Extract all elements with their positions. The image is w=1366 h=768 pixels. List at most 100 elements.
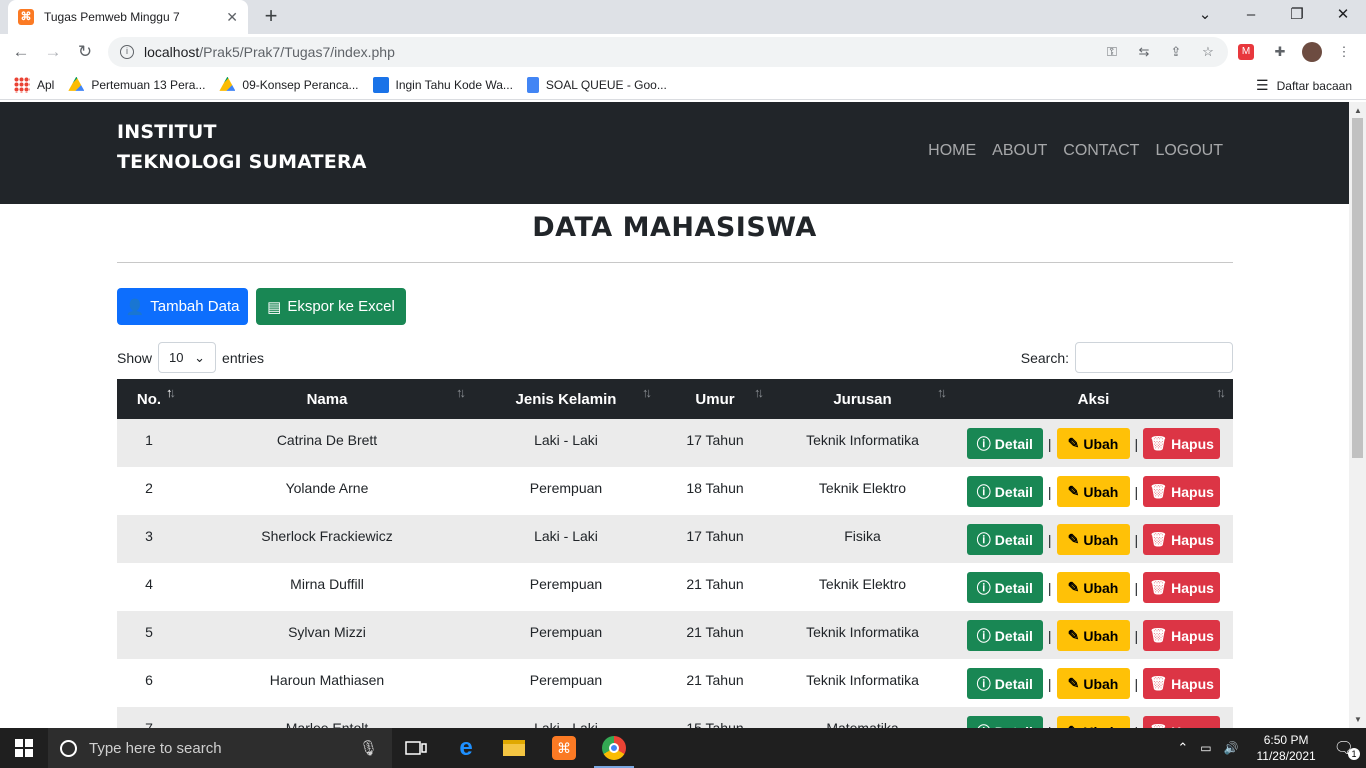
start-button[interactable]	[0, 728, 48, 768]
cell-nama: Mirna Duffill	[290, 576, 364, 592]
chevron-up-icon[interactable]: ⌃	[1177, 740, 1188, 756]
delete-button[interactable]: 🗑Hapus	[1143, 524, 1221, 555]
reading-list-icon: ☰	[1256, 77, 1269, 93]
nav-contact[interactable]: CONTACT	[1063, 142, 1139, 160]
browser-tab[interactable]: ⌘ Tugas Pemweb Minggu 7 ✕	[8, 0, 248, 34]
detail-button[interactable]: ⓘDetail	[966, 428, 1043, 459]
cell-jenis-kelamin: Laki - Laki	[534, 528, 598, 544]
reload-button[interactable]: ↻	[72, 39, 98, 65]
col-umur[interactable]: Umur ↑↓	[659, 379, 771, 419]
extensions-puzzle-icon[interactable]: ✚	[1270, 42, 1290, 62]
microphone-icon[interactable]: 🎙	[359, 739, 378, 757]
detail-button[interactable]: ⓘDetail	[966, 524, 1043, 555]
tab-search-icon[interactable]: ⌄	[1182, 0, 1228, 30]
trash-icon: 🗑	[1149, 627, 1168, 643]
scrollbar-thumb[interactable]	[1352, 118, 1363, 458]
reading-list[interactable]: ☰ Daftar bacaan	[1256, 77, 1352, 94]
edit-icon: ✎	[1067, 483, 1080, 499]
close-window-button[interactable]: ✕	[1320, 0, 1366, 30]
translate-icon[interactable]: ⇆	[1134, 42, 1154, 62]
task-view-icon[interactable]	[392, 728, 440, 768]
col-jenis-kelamin[interactable]: Jenis Kelamin ↑↓	[473, 379, 659, 419]
bookmark-star-icon[interactable]: ☆	[1198, 42, 1218, 62]
new-tab-button[interactable]: +	[258, 4, 284, 30]
detail-button[interactable]: ⓘDetail	[966, 716, 1043, 728]
maximize-button[interactable]: ❐	[1274, 0, 1320, 30]
nav-home[interactable]: HOME	[928, 142, 976, 160]
notification-icon[interactable]: 🗨 1	[1334, 738, 1360, 760]
detail-button[interactable]: ⓘDetail	[966, 572, 1043, 603]
edit-button[interactable]: ✎Ubah	[1056, 524, 1130, 555]
export-excel-button[interactable]: ▤ Ekspor ke Excel	[256, 288, 406, 325]
edit-button[interactable]: ✎Ubah	[1056, 716, 1130, 728]
delete-button[interactable]: 🗑Hapus	[1143, 716, 1221, 728]
battery-icon[interactable]: ▭	[1200, 741, 1211, 755]
volume-icon[interactable]: 🔊	[1224, 741, 1239, 755]
nav-links: HOME ABOUT CONTACT LOGOUT	[928, 142, 1223, 160]
xampp-icon[interactable]: ⌘	[540, 728, 588, 768]
separator: |	[1134, 627, 1139, 644]
col-nama[interactable]: Nama ↑↓	[181, 379, 473, 419]
scroll-down-icon[interactable]: ▼	[1354, 715, 1362, 724]
site-info-icon[interactable]: i	[120, 45, 134, 59]
browser-toolbar: ← → ↻ i localhost/Prak5/Prak7/Tugas7/ind…	[0, 34, 1366, 70]
add-data-button[interactable]: 👤 Tambah Data	[117, 288, 248, 325]
delete-button[interactable]: 🗑Hapus	[1143, 620, 1221, 651]
detail-button[interactable]: ⓘDetail	[966, 620, 1043, 651]
edit-button[interactable]: ✎Ubah	[1056, 668, 1130, 699]
bookmark-item[interactable]: Ingin Tahu Kode Wa...	[372, 76, 513, 93]
cell-aksi: ⓘDetail|✎Ubah|🗑Hapus	[954, 419, 1233, 467]
edit-button[interactable]: ✎Ubah	[1056, 572, 1130, 603]
nav-logout[interactable]: LOGOUT	[1155, 142, 1223, 160]
trash-icon: 🗑	[1149, 435, 1168, 451]
edit-button[interactable]: ✎Ubah	[1056, 620, 1130, 651]
site-brand[interactable]: INSTITUT TEKNOLOGI SUMATERA	[117, 117, 367, 177]
bookmark-apps[interactable]: Apl	[14, 76, 54, 93]
address-bar[interactable]: i localhost/Prak5/Prak7/Tugas7/index.php	[108, 37, 1228, 67]
back-button[interactable]: ←	[8, 39, 34, 65]
profile-avatar[interactable]	[1302, 42, 1322, 62]
nav-about[interactable]: ABOUT	[992, 142, 1047, 160]
detail-button[interactable]: ⓘDetail	[966, 476, 1043, 507]
bookmark-item[interactable]: Pertemuan 13 Pera...	[68, 76, 205, 93]
cell-umur: 21 Tahun	[686, 672, 744, 688]
clock[interactable]: 6:50 PM 11/28/2021	[1257, 732, 1316, 764]
page-scrollbar[interactable]: ▲ ▼	[1349, 102, 1366, 728]
extension-icon[interactable]: M	[1238, 44, 1254, 60]
separator: |	[1134, 483, 1139, 500]
col-aksi[interactable]: Aksi ↑↓	[954, 379, 1233, 419]
share-icon[interactable]: ⇪	[1166, 42, 1186, 62]
scroll-up-icon[interactable]: ▲	[1354, 106, 1362, 115]
delete-button[interactable]: 🗑Hapus	[1143, 428, 1221, 459]
delete-button[interactable]: 🗑Hapus	[1143, 668, 1221, 699]
info-icon: ⓘ	[976, 435, 991, 452]
menu-kebab-icon[interactable]: ⋮	[1334, 42, 1354, 62]
bookmark-item[interactable]: SOAL QUEUE - Goo...	[526, 76, 667, 93]
edit-button[interactable]: ✎Ubah	[1056, 428, 1130, 459]
delete-button[interactable]: 🗑Hapus	[1143, 476, 1221, 507]
col-no[interactable]: No. ↑↓	[117, 379, 181, 419]
edge-icon[interactable]: e	[442, 728, 490, 768]
cell-no: 2	[145, 480, 153, 496]
delete-button[interactable]: 🗑Hapus	[1143, 572, 1221, 603]
detail-button[interactable]: ⓘDetail	[966, 668, 1043, 699]
google-drive-icon	[68, 76, 85, 91]
edit-button[interactable]: ✎Ubah	[1056, 476, 1130, 507]
tab-close-icon[interactable]: ✕	[226, 9, 238, 26]
taskbar-search[interactable]: Type here to search 🎙	[48, 728, 392, 768]
sort-icon: ↑↓	[754, 385, 764, 400]
col-jurusan[interactable]: Jurusan ↑↓	[771, 379, 954, 419]
cell-aksi: ⓘDetail|✎Ubah|🗑Hapus	[954, 707, 1233, 728]
cell-no: 6	[145, 672, 153, 688]
password-key-icon[interactable]: ⚿	[1102, 42, 1122, 62]
bookmark-item[interactable]: 09-Konsep Peranca...	[219, 76, 359, 93]
table-header-row: No. ↑↓ Nama ↑↓ Jenis Kelamin ↑↓ Umur ↑↓ Juru…	[117, 379, 1233, 419]
chrome-icon[interactable]	[590, 728, 638, 768]
entries-select[interactable]: 10 ⌄	[158, 342, 217, 373]
search-input[interactable]	[1075, 342, 1233, 373]
file-explorer-icon[interactable]	[490, 728, 538, 768]
minimize-button[interactable]: –	[1228, 0, 1274, 30]
cell-umur: 17 Tahun	[686, 528, 744, 544]
forward-button[interactable]: →	[40, 39, 66, 65]
students-table: No. ↑↓ Nama ↑↓ Jenis Kelamin ↑↓ Umur ↑↓ Juru…	[117, 379, 1233, 728]
